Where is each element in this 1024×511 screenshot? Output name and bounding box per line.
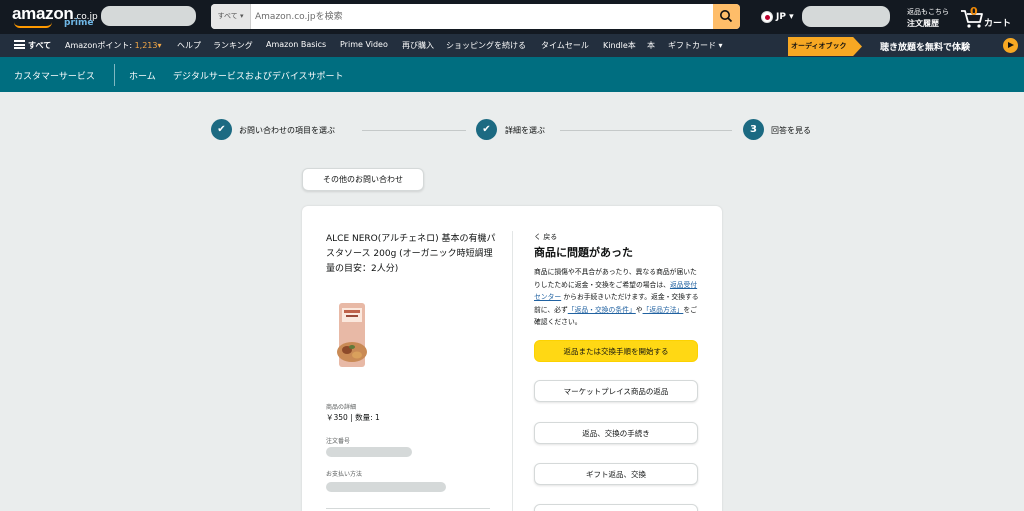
product-title[interactable]: ALCE NERO(アルチェネロ) 基本の有機パスタソース 200g (オーガニ…: [326, 232, 496, 277]
nav-bar: すべて Amazonポイント: 1,213▾ ヘルプ ランキング Amazon …: [0, 34, 1024, 57]
audible-badge[interactable]: オーディオブック: [788, 37, 862, 56]
nav-time-sale[interactable]: タイムセール: [541, 40, 589, 51]
step-1-label: お問い合わせの項目を選ぶ: [239, 126, 335, 135]
cart-label: カート: [984, 19, 1012, 29]
start-return-button[interactable]: 返品または交換手順を開始する: [534, 340, 698, 362]
nav-continue-shopping[interactable]: ショッピングを続ける: [446, 40, 526, 51]
nav-ranking[interactable]: ランキング: [213, 40, 253, 51]
nav-kindle[interactable]: Kindle本: [603, 40, 636, 51]
product-section-divider: [326, 508, 490, 509]
subnav-home[interactable]: ホーム: [129, 69, 156, 82]
order-number-label: 注文番号: [326, 438, 351, 445]
product-price-quantity: ￥350 | 数量: 1: [326, 413, 380, 422]
top-header: amazon.co.jp prime すべて ▾ JP ▾ 返品もこちら 注文履…: [0, 0, 1024, 34]
step-2-check-icon: ✔: [476, 119, 497, 140]
returns-line-1: 返品もこちら: [907, 8, 949, 16]
nav-points-value: 1,213: [134, 41, 158, 50]
logo-smile-icon: [14, 22, 52, 28]
customer-service-title[interactable]: カスタマーサービス: [14, 69, 95, 82]
cart-count: 0: [970, 5, 978, 18]
returns-line-2: 注文履歴: [907, 19, 939, 28]
redacted-account[interactable]: [802, 6, 890, 27]
step-connector-1: [362, 130, 466, 131]
search-input[interactable]: [255, 4, 715, 29]
product-image: [337, 303, 367, 367]
logo-prime: prime: [64, 18, 94, 28]
step-3-label: 回答を見る: [771, 126, 811, 135]
nav-gift-card[interactable]: ギフトカード ▾: [668, 40, 723, 51]
problem-description: 商品に損傷や不具合があったり、異なる商品が届いたりしたために返金・交換をご希望の…: [534, 268, 699, 326]
nav-all[interactable]: すべて: [28, 40, 51, 51]
search-bar: すべて ▾: [211, 4, 740, 29]
nav-points-label: Amazonポイント:: [65, 41, 135, 50]
returns-orders-link[interactable]: 返品もこちら 注文履歴: [907, 7, 949, 29]
menu-icon[interactable]: [14, 40, 25, 49]
other-inquiry-button[interactable]: その他のお問い合わせ: [302, 168, 424, 191]
search-icon: [720, 10, 733, 23]
redacted-order-number: [326, 447, 412, 457]
redacted-payment-method: [326, 482, 446, 492]
nav-prime-video[interactable]: Prime Video: [340, 40, 388, 49]
language-selector[interactable]: JP ▾: [776, 12, 794, 22]
redacted-location[interactable]: [101, 6, 196, 26]
nav-help[interactable]: ヘルプ: [177, 40, 201, 51]
nav-books[interactable]: 本: [647, 40, 655, 51]
product-details-label: 商品の詳細: [326, 404, 357, 411]
step-2-label: 詳細を選ぶ: [505, 126, 545, 135]
nav-amazon-basics[interactable]: Amazon Basics: [266, 40, 326, 49]
card-divider: [512, 231, 513, 511]
step-1-check-icon: ✔: [211, 119, 232, 140]
back-link[interactable]: く 戻る: [534, 232, 557, 242]
return-exchange-procedure-button[interactable]: 返品、交換の手続き: [534, 422, 698, 444]
step-connector-2: [560, 130, 732, 131]
marketplace-return-button[interactable]: マーケットプレイス商品の返品: [534, 380, 698, 402]
problem-heading: 商品に問題があった: [534, 246, 633, 259]
payment-method-label: お支払い方法: [326, 471, 363, 478]
japan-flag-icon[interactable]: [761, 11, 773, 23]
nav-buy-again[interactable]: 再び購入: [402, 40, 434, 51]
play-icon[interactable]: [1003, 38, 1018, 53]
next-option-button[interactable]: [534, 504, 698, 511]
step-3-number: 3: [743, 119, 764, 140]
return-method-link[interactable]: 「返品方法」: [643, 306, 684, 314]
amazon-logo[interactable]: amazon.co.jp prime: [12, 4, 98, 28]
subnav-digital-support[interactable]: デジタルサービスおよびデバイスサポート: [173, 69, 344, 82]
subnav-divider: [114, 64, 115, 86]
search-button[interactable]: [713, 4, 740, 29]
return-conditions-link[interactable]: 「返品・交換の条件」: [568, 306, 636, 314]
audible-promo-text[interactable]: 聴き放題を無料で体験: [880, 40, 970, 53]
gift-return-button[interactable]: ギフト返品、交換: [534, 463, 698, 485]
nav-points[interactable]: Amazonポイント: 1,213▾: [65, 40, 162, 51]
customer-service-bar: カスタマーサービス ホーム デジタルサービスおよびデバイスサポート: [0, 57, 1024, 92]
search-department-select[interactable]: すべて ▾: [211, 4, 251, 29]
